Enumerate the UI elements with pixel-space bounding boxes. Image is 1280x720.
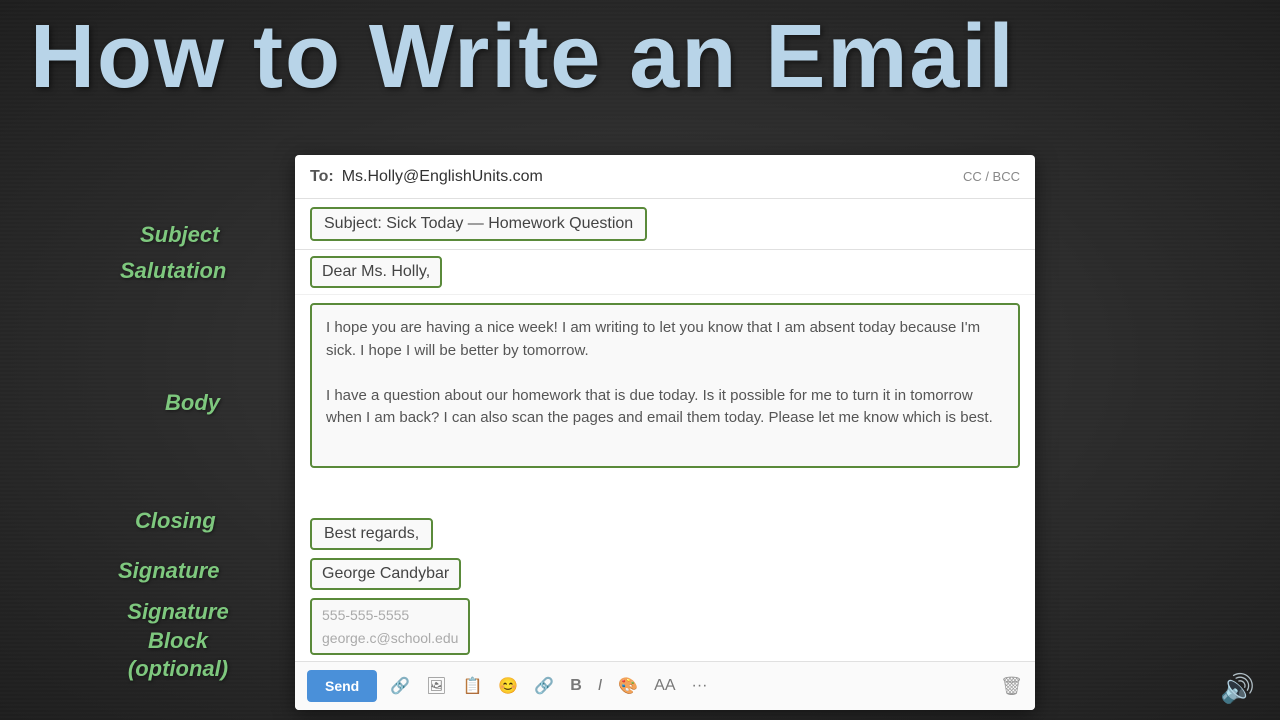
email-salutation-row: Dear Ms. Holly, (295, 250, 1035, 295)
delete-draft-icon[interactable]: 🗑 (1000, 676, 1023, 697)
email-toolbar: Send 🔗 🖼 📋 😊 🔗 B I 🎨 AA ··· 🗑 (295, 661, 1035, 710)
sigblock-email: george.c@school.edu (322, 630, 458, 646)
label-closing: Closing (135, 508, 216, 534)
subject-field[interactable]: Subject: Sick Today — Homework Question (310, 207, 647, 241)
label-subject: Subject (140, 222, 219, 248)
label-sigblock: SignatureBlock(optional) (118, 598, 238, 684)
attachment-icon[interactable]: 🔗 (387, 674, 413, 698)
cc-bcc-button[interactable]: CC / BCC (963, 169, 1020, 184)
page-title: How to Write an Email (0, 8, 1280, 107)
email-to-row: To: Ms.Holly@EnglishUnits.com CC / BCC (295, 155, 1035, 199)
label-signature: Signature (118, 558, 219, 584)
drive-icon[interactable]: 📋 (459, 674, 485, 698)
email-signature-row: George Candybar (295, 554, 1035, 594)
salutation-field[interactable]: Dear Ms. Holly, (310, 256, 442, 288)
sigblock-field[interactable]: 555-555-5555 george.c@school.edu (310, 598, 470, 655)
more-options-icon[interactable]: ··· (689, 675, 711, 697)
body-paragraph-1: I hope you are having a nice week! I am … (326, 319, 980, 359)
email-subject-row: Subject: Sick Today — Homework Question (295, 199, 1035, 250)
label-body: Body (165, 390, 220, 416)
to-label: To: (310, 168, 334, 186)
italic-icon[interactable]: I (595, 675, 605, 697)
label-salutation: Salutation (120, 258, 226, 284)
sigblock-phone: 555-555-5555 (322, 607, 409, 623)
link-icon[interactable]: 🔗 (531, 674, 557, 698)
email-body-row: I hope you are having a nice week! I am … (295, 295, 1035, 514)
body-field[interactable]: I hope you are having a nice week! I am … (310, 303, 1020, 468)
color-icon[interactable]: 🎨 (615, 674, 641, 698)
email-sigblock-row: 555-555-5555 george.c@school.edu (295, 594, 1035, 661)
body-paragraph-2: I have a question about our homework tha… (326, 387, 993, 427)
closing-field[interactable]: Best regards, (310, 518, 433, 550)
font-size-icon[interactable]: AA (651, 675, 678, 697)
speaker-icon[interactable]: 🔊 (1220, 672, 1255, 705)
email-compose-window: To: Ms.Holly@EnglishUnits.com CC / BCC S… (295, 155, 1035, 710)
emoji-icon[interactable]: 😊 (495, 674, 521, 698)
send-button[interactable]: Send (307, 670, 377, 702)
signature-field[interactable]: George Candybar (310, 558, 461, 590)
to-address[interactable]: Ms.Holly@EnglishUnits.com (342, 168, 543, 186)
image-icon[interactable]: 🖼 (423, 674, 449, 698)
bold-icon[interactable]: B (567, 675, 585, 697)
email-closing-row: Best regards, (295, 514, 1035, 554)
